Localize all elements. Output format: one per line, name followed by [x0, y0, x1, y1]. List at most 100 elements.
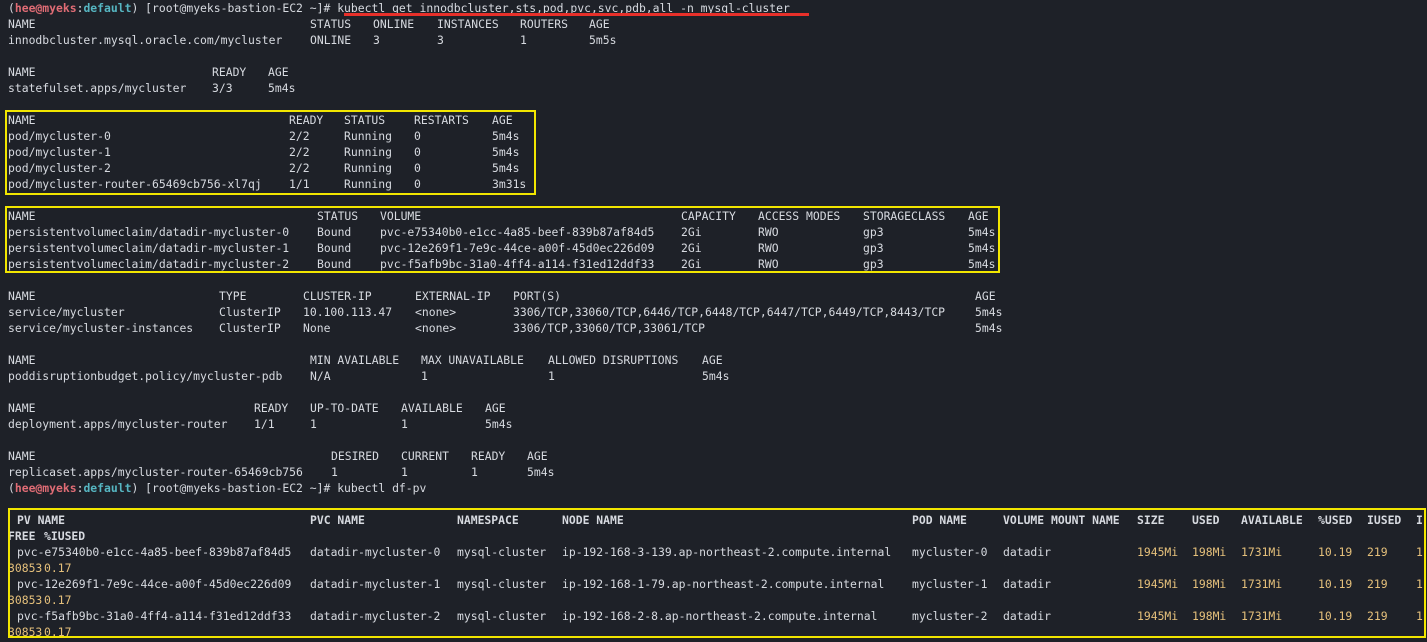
command-underline: [344, 13, 809, 16]
pods-cell: pod/mycluster-router-65469cb756-xl7qj: [8, 177, 262, 191]
rs-table-row: replicaset.apps/mycluster-router-65469cb…: [0, 464, 1427, 480]
prompt-text: (hee@myeks:default) [root@myeks-bastion-…: [8, 480, 426, 496]
dfpv-cell: mycluster-1: [912, 577, 988, 591]
pdb-cell: 1: [421, 369, 428, 383]
deploy-cell: 1: [310, 417, 317, 431]
dfpv-cell: mysql-cluster: [457, 609, 547, 623]
pvc-cell: 2Gi: [681, 225, 702, 239]
dfpv-col-header: USED: [1192, 513, 1220, 527]
dfpv-cell: 1731Mi: [1241, 577, 1283, 591]
dfpv-cell: 10.19: [1318, 577, 1353, 591]
pods-col-header: READY: [289, 113, 324, 127]
dfpv-cell: 1945Mi: [1137, 609, 1179, 623]
dfpv-cell: datadir: [1003, 609, 1052, 623]
svc-cell: ClusterIP: [219, 321, 281, 335]
innodb-header-row: NAME STATUS ONLINE INSTANCES ROUTERS AGE: [0, 16, 1427, 32]
pvc-cell: 2Gi: [681, 241, 702, 255]
dfpv-cell: datadir-mycluster-1: [310, 577, 441, 591]
pods-cell: Running: [344, 177, 393, 191]
innodb-cell: innodbcluster.mysql.oracle.com/mycluster: [8, 33, 283, 47]
pdb-col-header: MIN AVAILABLE: [310, 353, 400, 367]
rs-col-header: CURRENT: [401, 449, 450, 463]
pvc-cell: 5m4s: [968, 257, 996, 271]
pods-cell: 0: [414, 129, 421, 143]
rs-cell: replicaset.apps/mycluster-router-65469cb…: [8, 465, 303, 479]
dfpv-col-header: %USED: [1318, 513, 1353, 527]
pvc-cell: RWO: [758, 257, 779, 271]
pvc-col-header: AGE: [968, 209, 989, 223]
pods-cell: 0: [414, 177, 421, 191]
pods-cell: 5m4s: [492, 145, 520, 159]
innodb-col-header: ROUTERS: [520, 17, 569, 31]
sts-col-header: NAME: [8, 65, 36, 79]
pvc-cell: persistentvolumeclaim/datadir-mycluster-…: [8, 241, 290, 255]
svc-cell: service/mycluster: [8, 305, 125, 319]
prompt-segment: default: [83, 481, 132, 495]
dfpv-table-row-wrap: 30853 0.17: [0, 592, 1427, 608]
dfpv-table-row: pvc-12e269f1-7e9c-44ce-a00f-45d0ec226d09…: [0, 576, 1427, 592]
dfpv-col-header: SIZE: [1137, 513, 1165, 527]
pods-header-row: NAME READY STATUS RESTARTS AGE: [0, 112, 1427, 128]
innodb-col-header: INSTANCES: [437, 17, 499, 31]
pvc-col-header: STORAGECLASS: [863, 209, 946, 223]
pods-cell: 0: [414, 145, 421, 159]
dfpv-col-header: POD NAME: [912, 513, 967, 527]
dfpv-cell: 0.17: [44, 593, 72, 607]
pods-cell: pod/mycluster-2: [8, 161, 111, 175]
pvc-cell: gp3: [863, 257, 884, 271]
shell-prompt: (hee@myeks:default) [root@myeks-bastion-…: [0, 480, 1427, 496]
dfpv-cell: 219: [1367, 609, 1388, 623]
innodb-cell: 3: [373, 33, 380, 47]
pvc-cell: pvc-e75340b0-e1cc-4a85-beef-839b87af84d5: [380, 225, 655, 239]
deploy-cell: deployment.apps/mycluster-router: [8, 417, 228, 431]
rs-col-header: DESIRED: [331, 449, 380, 463]
deploy-cell: 5m4s: [485, 417, 513, 431]
dfpv-cell: ip-192-168-1-79.ap-northeast-2.compute.i…: [562, 577, 885, 591]
pvc-table-row: persistentvolumeclaim/datadir-mycluster-…: [0, 256, 1427, 272]
svc-cell: <none>: [415, 305, 457, 319]
svc-cell: service/mycluster-instances: [8, 321, 194, 335]
pvc-cell: pvc-f5afb9bc-31a0-4ff4-a114-f31ed12ddf33: [380, 257, 655, 271]
svc-col-header: PORT(S): [513, 289, 562, 303]
prompt-segment: (: [8, 481, 15, 495]
rs-col-header: NAME: [8, 449, 36, 463]
pvc-cell: RWO: [758, 225, 779, 239]
deploy-col-header: AVAILABLE: [401, 401, 463, 415]
pvc-col-header: STATUS: [317, 209, 359, 223]
pdb-cell: N/A: [310, 369, 331, 383]
svc-table-row: service/mycluster ClusterIP 10.100.113.47 <…: [0, 304, 1427, 320]
dfpv-cell: 1: [1416, 609, 1423, 623]
dfpv-col-header: IUSED: [1367, 513, 1402, 527]
innodb-col-header: STATUS: [310, 17, 352, 31]
deploy-col-header: AGE: [485, 401, 506, 415]
pods-col-header: RESTARTS: [414, 113, 469, 127]
dfpv-cell: pvc-f5afb9bc-31a0-4ff4-a114-f31ed12ddf33: [17, 609, 292, 623]
dfpv-col-header: PVC NAME: [310, 513, 365, 527]
dfpv-table-row-wrap: 30853 0.17: [0, 624, 1427, 640]
dfpv-cell: 1945Mi: [1137, 577, 1179, 591]
svc-cell: 5m4s: [975, 321, 1003, 335]
dfpv-cell: mycluster-0: [912, 545, 988, 559]
pods-cell: Running: [344, 129, 393, 143]
svc-cell: 3306/TCP,33060/TCP,33061/TCP: [513, 321, 706, 335]
pods-cell: 3m31s: [492, 177, 527, 191]
deploy-col-header: UP-TO-DATE: [310, 401, 379, 415]
deploy-table-row: deployment.apps/mycluster-router 1/1 1 1 5m4…: [0, 416, 1427, 432]
svc-cell: 10.100.113.47: [303, 305, 393, 319]
svc-cell: ClusterIP: [219, 305, 281, 319]
dfpv-cell: pvc-e75340b0-e1cc-4a85-beef-839b87af84d5: [17, 545, 292, 559]
svc-cell: 3306/TCP,33060/TCP,6446/TCP,6448/TCP,644…: [513, 305, 946, 319]
dfpv-cell: datadir: [1003, 545, 1052, 559]
pvc-cell: pvc-12e269f1-7e9c-44ce-a00f-45d0ec226d09: [380, 241, 655, 255]
dfpv-cell: mysql-cluster: [457, 545, 547, 559]
dfpv-header-row: PV NAME PVC NAME NAMESPACE NODE NAME POD NAM…: [0, 512, 1427, 528]
pvc-col-header: NAME: [8, 209, 36, 223]
innodb-table-row: innodbcluster.mysql.oracle.com/mycluster…: [0, 32, 1427, 48]
pdb-cell: poddisruptionbudget.policy/mycluster-pdb: [8, 369, 283, 383]
pdb-header-row: NAME MIN AVAILABLE MAX UNAVAILABLE ALLOWED …: [0, 352, 1427, 368]
pods-cell: 5m4s: [492, 129, 520, 143]
deploy-cell: 1/1: [254, 417, 275, 431]
dfpv-cell: 30853: [8, 593, 43, 607]
svc-cell: 5m4s: [975, 305, 1003, 319]
svc-col-header: EXTERNAL-IP: [415, 289, 491, 303]
